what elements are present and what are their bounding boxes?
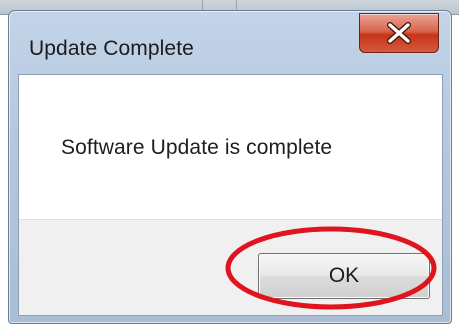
dialog-title: Update Complete: [29, 37, 194, 60]
button-area: OK: [19, 219, 442, 315]
close-button[interactable]: [359, 13, 439, 53]
ok-button[interactable]: OK: [258, 253, 430, 299]
dialog-body: Software Update is complete OK: [18, 74, 443, 316]
dialog-message: Software Update is complete: [61, 136, 333, 159]
close-x-icon: [387, 22, 411, 44]
title-bar[interactable]: Update Complete: [9, 11, 451, 71]
update-complete-dialog: Update Complete Software Update is compl…: [8, 10, 452, 324]
